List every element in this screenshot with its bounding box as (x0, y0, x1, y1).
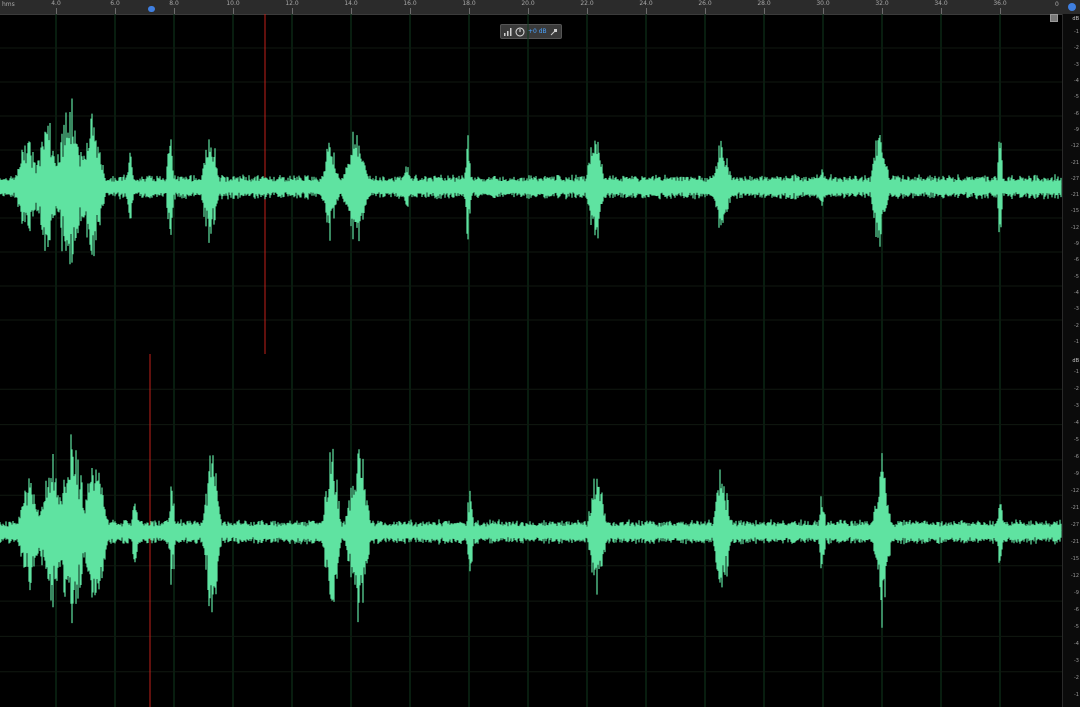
amplitude-scale-right: dB -1 -2 -3 -4 -5 -6 -9 -12 -21 -27 -21 -15 -12 -9 -6 -… (1062, 354, 1080, 707)
ruler-tick-label: 30.0 (816, 0, 830, 7)
scale-label: -12 (1070, 224, 1079, 231)
ruler-tick-label: 28.0 (757, 0, 771, 7)
ruler-tick-label: 20.0 (521, 0, 535, 7)
amplitude-scale-left: dB -1 -2 -3 -4 -5 -6 -9 -12 -21 -27 -21 -15 -12 -9 -6 -… (1062, 14, 1080, 354)
scale-label: -6 (1074, 257, 1079, 264)
scale-unit-label: dB (1072, 16, 1079, 22)
ruler-tick-label: 26.0 (698, 0, 712, 7)
scale-label: -9 (1074, 126, 1079, 133)
scale-label: -1 (1074, 29, 1079, 35)
ruler-tick-label: 36.0 (993, 0, 1007, 7)
ruler-tick-label: 4.0 (51, 0, 61, 7)
scale-label: -2 (1074, 45, 1079, 52)
ruler-tick-label: 8.0 (169, 0, 179, 7)
ruler-end-label: 0 (1055, 1, 1059, 8)
waveform-path (0, 98, 1062, 265)
scale-label: -6 (1074, 607, 1079, 613)
scale-label: -5 (1074, 273, 1079, 280)
scale-label: -4 (1074, 641, 1079, 647)
settings-icon[interactable] (1068, 3, 1076, 11)
ruler-tick-label: 10.0 (226, 0, 240, 7)
scale-label: -4 (1074, 290, 1079, 297)
ruler-tick-label: 22.0 (580, 0, 594, 7)
scale-label: -4 (1074, 420, 1079, 426)
scale-label: -1 (1074, 369, 1079, 375)
scale-label: -21 (1070, 192, 1079, 199)
scale-label: -27 (1070, 175, 1079, 182)
ruler-tick-label: 12.0 (285, 0, 299, 7)
scale-label: -3 (1074, 403, 1079, 409)
time-unit-label: hms (2, 1, 15, 8)
playhead-handle[interactable] (148, 6, 155, 12)
scale-label: -2 (1074, 322, 1079, 329)
waveform-channel-left[interactable] (0, 14, 1062, 354)
waveform-channel-right[interactable] (0, 354, 1062, 707)
scale-label: -4 (1074, 77, 1079, 84)
scale-label: -5 (1074, 437, 1079, 443)
scale-label: -6 (1074, 110, 1079, 117)
scale-label: -1 (1074, 692, 1079, 698)
scale-label: -6 (1074, 454, 1079, 460)
ruler-tick-label: 24.0 (639, 0, 653, 7)
ruler-tick-label: 14.0 (344, 0, 358, 7)
ruler-tick-label: 32.0 (875, 0, 889, 7)
waveform-path (0, 434, 1062, 628)
scale-label: -2 (1074, 675, 1079, 681)
scale-label: -2 (1074, 386, 1079, 392)
scale-label: -21 (1070, 159, 1079, 166)
scale-label: -9 (1074, 471, 1079, 477)
scale-label: -3 (1074, 61, 1079, 68)
scale-label: -27 (1070, 522, 1079, 528)
scale-label: -21 (1070, 505, 1079, 511)
scale-label: -1 (1074, 339, 1079, 345)
scale-label: -3 (1074, 306, 1079, 313)
ruler-tick-label: 6.0 (110, 0, 120, 7)
scale-label: -3 (1074, 658, 1079, 664)
scale-label: -15 (1070, 556, 1079, 562)
scale-label: -5 (1074, 94, 1079, 101)
scale-label: -12 (1070, 573, 1079, 579)
ruler-tick-label: 18.0 (462, 0, 476, 7)
scale-label: -12 (1070, 488, 1079, 494)
ruler-tick-label: 34.0 (934, 0, 948, 7)
scale-label: -5 (1074, 624, 1079, 630)
scale-label: -9 (1074, 590, 1079, 596)
scale-unit-label: dB (1072, 358, 1079, 364)
scale-label: -12 (1070, 143, 1079, 150)
ruler-tick-label: 16.0 (403, 0, 417, 7)
scale-label: -9 (1074, 241, 1079, 248)
time-ruler[interactable]: hms 4.0 6.0 8.0 10.0 12.0 14.0 16.0 18.0 20.0 22.… (0, 0, 1080, 15)
scale-label: -21 (1070, 539, 1079, 545)
scale-label: -15 (1070, 208, 1079, 215)
